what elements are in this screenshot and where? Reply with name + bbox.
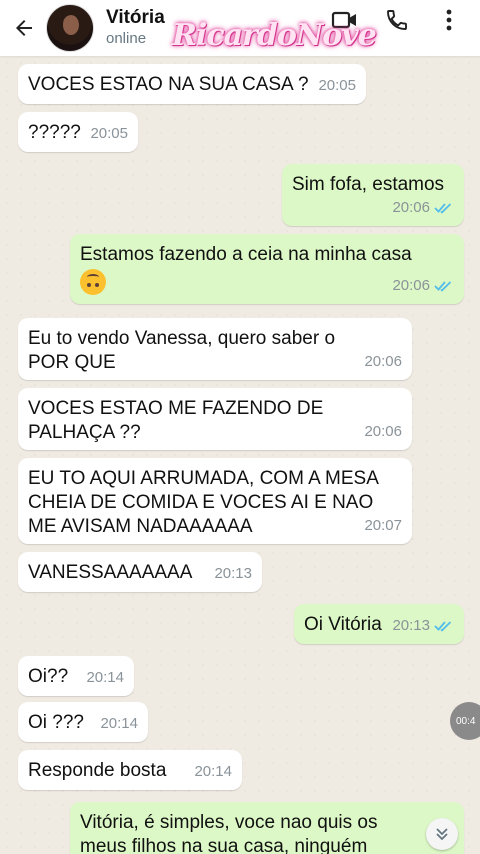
message-meta: 20:06 — [364, 350, 402, 374]
message-time: 20:13 — [392, 617, 430, 634]
message-text: Eu to vendo Vanessa, quero saber o POR Q… — [28, 328, 336, 373]
contact-avatar[interactable] — [46, 4, 94, 52]
message-bubble-incoming[interactable]: VANESSAAAAAAA 20:13 — [18, 552, 262, 592]
message-time: 20:13 — [214, 565, 252, 582]
message-text: EU TO AQUI ARRUMADA, COM A MESA CHEIA DE… — [28, 468, 378, 537]
message-time: 20:06 — [364, 353, 402, 370]
message-bubble-outgoing[interactable]: Estamos fazendo a ceia na minha casa 20:… — [70, 234, 464, 304]
media-time-overlay[interactable]: 00:4 — [450, 702, 480, 740]
message-meta: 20:14 — [100, 712, 138, 736]
message-bubble-incoming[interactable]: EU TO AQUI ARRUMADA, COM A MESA CHEIA DE… — [18, 458, 412, 544]
watermark-logo: RicardoNove — [172, 18, 377, 53]
message-bubble-incoming[interactable]: VOCES ESTAO NA SUA CASA ? 20:05 — [18, 64, 366, 104]
message-text: VOCES ESTAO NA SUA CASA ? — [28, 74, 309, 95]
message-time: 20:05 — [318, 77, 356, 94]
voice-call-icon[interactable] — [382, 5, 412, 35]
message-meta: 20:13 — [392, 614, 454, 638]
read-receipt-icon — [434, 203, 452, 214]
message-time: 20:14 — [86, 669, 124, 686]
message-bubble-incoming[interactable]: VOCES ESTAO ME FAZENDO DE PALHAÇA ?? 20:… — [18, 388, 412, 450]
message-meta: 20:14 — [194, 760, 232, 784]
message-time: 20:07 — [364, 517, 402, 534]
scroll-to-bottom-button[interactable] — [426, 818, 458, 850]
message-meta: 20:07 — [364, 514, 402, 538]
message-time: 20:06 — [392, 277, 430, 294]
message-text: VANESSAAAAAAA — [28, 562, 193, 583]
contact-name: Vitória — [106, 7, 165, 28]
message-meta: 20:05 — [90, 122, 128, 146]
message-bubble-outgoing[interactable]: Sim fofa, estamos 20:06 — [282, 164, 464, 226]
media-time-text: 00:4 — [456, 715, 476, 727]
more-options-icon[interactable] — [434, 5, 464, 35]
upside-down-face-emoji — [80, 269, 106, 295]
message-meta: 20:06 — [364, 420, 402, 444]
message-text: VOCES ESTAO ME FAZENDO DE PALHAÇA ?? — [28, 398, 324, 443]
message-time: 20:05 — [90, 125, 128, 142]
message-meta: 20:14 — [86, 666, 124, 690]
message-text: Responde bosta — [28, 760, 167, 781]
message-text: Oi ??? — [28, 712, 84, 733]
message-text: Oi Vitória — [304, 614, 382, 635]
read-receipt-icon — [434, 281, 452, 292]
message-bubble-outgoing[interactable]: Oi Vitória 20:13 — [294, 604, 464, 644]
back-arrow-icon[interactable] — [4, 8, 44, 48]
message-bubble-incoming[interactable]: ????? 20:05 — [18, 112, 138, 152]
message-meta: 20:06 — [392, 274, 454, 298]
message-time: 20:06 — [364, 423, 402, 440]
message-bubble-incoming[interactable]: Oi ??? 20:14 — [18, 702, 148, 742]
message-text: Sim fofa, estamos — [292, 174, 445, 195]
message-list[interactable]: VOCES ESTAO NA SUA CASA ? 20:05 ????? 20… — [0, 56, 480, 854]
message-bubble-incoming[interactable]: Eu to vendo Vanessa, quero saber o POR Q… — [18, 318, 412, 380]
message-text: Estamos fazendo a ceia na minha casa — [80, 244, 412, 265]
message-meta: 20:06 — [392, 196, 454, 220]
message-text: Oi?? — [28, 666, 69, 687]
contact-status: online — [106, 30, 147, 47]
message-time: 20:14 — [100, 715, 138, 732]
message-time: 20:14 — [194, 763, 232, 780]
message-bubble-incoming[interactable]: Oi?? 20:14 — [18, 656, 134, 696]
message-bubble-incoming[interactable]: Responde bosta 20:14 — [18, 750, 242, 790]
contact-info[interactable]: Vitória online — [106, 7, 165, 49]
read-receipt-icon — [434, 621, 452, 632]
message-meta: 20:05 — [318, 74, 356, 98]
message-text: Vitória, é simples, voce nao quis os meu… — [80, 812, 378, 854]
message-bubble-outgoing[interactable]: Vitória, é simples, voce nao quis os meu… — [70, 802, 464, 854]
message-text: ????? — [28, 122, 81, 143]
double-chevron-down-icon — [436, 828, 448, 841]
message-time: 20:06 — [392, 199, 430, 216]
message-meta: 20:13 — [214, 562, 252, 586]
